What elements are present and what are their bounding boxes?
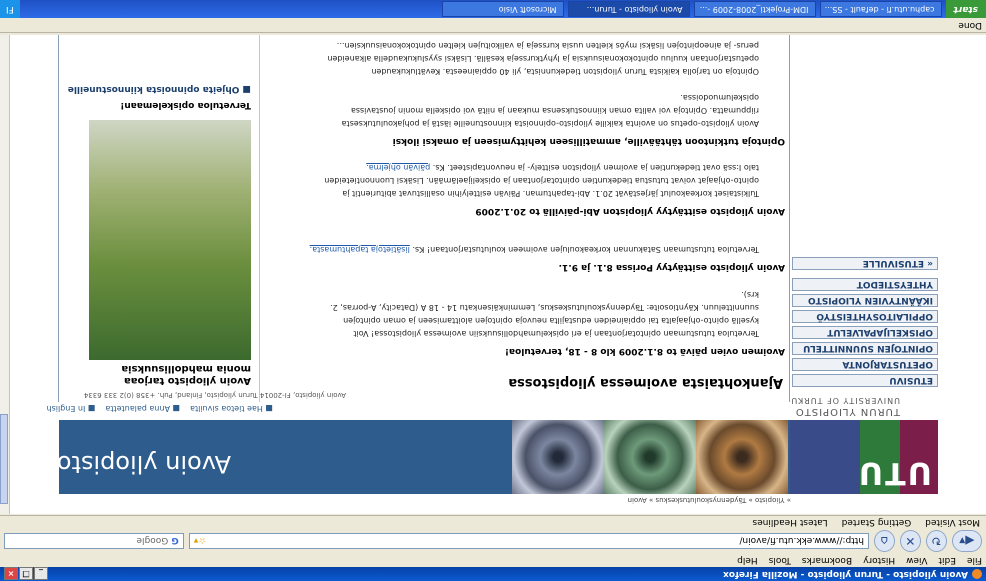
menu-tools[interactable]: Tools: [769, 555, 791, 565]
home-icon: ⌂: [880, 534, 889, 548]
link-search-site[interactable]: Hae tietoa sivuilta: [190, 404, 273, 413]
promo-caption: Tervetuloa opiskelemaan!: [120, 100, 251, 110]
navigation-toolbar: ◀▾ ↻ ✕ ⌂ http://www.ekk.utu.fi/avoin/ ☆▾…: [0, 529, 986, 553]
news-body: Tulkistaiset korkeakoulut järjestävät 20…: [324, 163, 759, 198]
news-title: Avoin yliopisto esittäytyy yliopiston Ab…: [475, 206, 785, 216]
header-photo-staircase: [696, 420, 788, 494]
taskbar-item[interactable]: caphu.utu.fi - default - SS...: [819, 1, 942, 17]
menu-help[interactable]: Help: [737, 555, 758, 565]
logo-university-name-en: UNIVERSITY OF TURKU: [790, 396, 900, 405]
left-navigation: ETUSIVU OPETUSTARJONTA OPINTOJEN SUUNNIT…: [792, 254, 938, 387]
taskbar-item[interactable]: IDM-Projekti_2008-2009 -...: [693, 1, 816, 17]
link-feedback[interactable]: Anna palautetta: [105, 404, 180, 413]
bookmark-most-visited[interactable]: Most Visited: [925, 518, 980, 528]
reload-button[interactable]: ↻: [925, 530, 947, 552]
logo-university-name: TURUN YLIOPISTO: [794, 406, 900, 417]
back-arrow-icon: ◀▾: [959, 534, 975, 548]
home-button[interactable]: ⌂: [874, 530, 895, 552]
search-placeholder: Google: [136, 535, 169, 545]
site-title: Avoin yliopisto: [56, 450, 231, 478]
stop-button[interactable]: ✕: [899, 530, 921, 552]
status-bar: Done: [0, 19, 986, 33]
news-body: Avoin yliopisto-opetus on avointa kaikil…: [327, 41, 759, 128]
search-engine-icon: G: [168, 535, 179, 545]
right-column: Avoin yliopisto tarjoaa monia mahdollisu…: [58, 35, 260, 402]
header-photo-staircase: [604, 420, 696, 494]
url-bar[interactable]: http://www.ekk.utu.fi/avoin/ ☆▾: [188, 533, 869, 549]
screen: Avoin yliopisto - Turun yliopisto - Mozi…: [0, 0, 986, 581]
back-button[interactable]: ◀▾: [951, 530, 982, 552]
page-viewport: » Yliopisto » Täydennyskoulutuskeskus » …: [10, 35, 986, 514]
nav-opintojen-suunnittelu[interactable]: OPINTOJEN SUUNNITTELU: [792, 342, 938, 355]
stop-icon: ✕: [905, 534, 916, 548]
bookmark-star-icon[interactable]: ☆▾: [190, 534, 207, 548]
taskbar-item-active[interactable]: Avoin yliopisto - Turun...: [567, 1, 690, 17]
menu-bookmarks[interactable]: Bookmarks: [802, 555, 852, 565]
search-box[interactable]: G Google: [4, 533, 184, 549]
page-heading: Ajankohtaista avoimessa yliopistossa: [508, 375, 783, 390]
taskbar-item[interactable]: Microsoft Visio: [441, 1, 564, 17]
menu-bar: File Edit View History Bookmarks Tools H…: [0, 553, 986, 567]
close-button[interactable]: ×: [4, 567, 18, 581]
system-tray: FI: [0, 0, 20, 18]
link-in-english[interactable]: In English: [47, 404, 96, 413]
window-titlebar: Avoin yliopisto - Turun yliopisto - Mozi…: [0, 567, 986, 581]
reload-icon: ↻: [931, 534, 942, 548]
news-title: Avoimen ovien päivä to 8.1.2009 klo 8 - …: [504, 346, 785, 356]
breadcrumb: » Yliopisto » Täydennyskoulutuskeskus » …: [627, 496, 791, 504]
logo-wordmark: UTU: [856, 455, 932, 490]
scrollbar-thumb[interactable]: [0, 414, 8, 504]
nav-oppilaitosyhteistyo[interactable]: OPPILAITOSYHTEISTYÖ: [792, 310, 938, 323]
bookmarks-toolbar: Most Visited Getting Started Latest Head…: [0, 515, 986, 529]
utu-logo: UTU TURUN YLIOPISTO UNIVERSITY OF TURKU: [790, 392, 938, 494]
bookmark-latest-headlines[interactable]: Latest Headlines: [752, 518, 827, 528]
minimize-button[interactable]: _: [34, 567, 48, 581]
promo-photo-greenhouse: [89, 120, 251, 360]
news-link[interactable]: päivän ohjelma.: [366, 163, 430, 172]
language-indicator[interactable]: FI: [6, 4, 14, 14]
nav-opetustarjonta[interactable]: OPETUSTARJONTA: [792, 358, 938, 371]
news-title: Avoin yliopisto esittäytyy Porissa 8.1. …: [558, 262, 785, 272]
url-text: http://www.ekk.utu.fi/avoin/: [739, 535, 864, 545]
status-text: Done: [958, 20, 982, 30]
top-links: Hae tietoa sivuilta Anna palautetta In E…: [47, 404, 273, 413]
nav-ikaantyvien-yliopisto[interactable]: IKÄÄNTYVIEN YLIOPISTO: [792, 294, 938, 307]
maximize-button[interactable]: ❐: [19, 567, 33, 581]
nav-back-to-home[interactable]: « ETUSIVULLE: [792, 257, 938, 270]
vertical-scrollbar[interactable]: [0, 35, 10, 514]
news-body: Tervetuloa tutustumaan opintotarjontaan …: [330, 290, 759, 338]
nav-yhteystiedot[interactable]: YHTEYSTIEDOT: [792, 278, 938, 291]
news-link[interactable]: lisätietoja tapahtumasta.: [310, 245, 410, 254]
news-body: Tervetuloa tutustumaan Satakunnan korkea…: [309, 245, 759, 254]
windows-taskbar: start caphu.utu.fi - default - SS... IDM…: [0, 0, 986, 18]
header-photo-staircase: [512, 420, 604, 494]
news-title: Opintoja tutkintoon tähtääville, ammatil…: [392, 136, 785, 146]
menu-view[interactable]: View: [906, 555, 927, 565]
promo-link[interactable]: ■ Ohjeita opinnoista kiinnostuneille: [68, 84, 251, 94]
promo-title: Avoin yliopisto tarjoaa: [124, 375, 251, 386]
nav-opiskelijapalvelut[interactable]: OPISKELIJAPALVELUT: [792, 326, 938, 339]
promo-subtitle: monia mahdollisuuksia: [121, 363, 251, 374]
main-content: Ajankohtaista avoimessa yliopistossa Avo…: [259, 35, 790, 402]
menu-edit[interactable]: Edit: [939, 555, 956, 565]
bookmark-getting-started[interactable]: Getting Started: [842, 518, 912, 528]
menu-file[interactable]: File: [967, 555, 982, 565]
firefox-icon: [972, 569, 982, 579]
menu-history[interactable]: History: [863, 555, 895, 565]
start-button[interactable]: start: [945, 0, 986, 18]
window-title: Avoin yliopisto - Turun yliopisto - Mozi…: [723, 569, 968, 579]
nav-etusivu[interactable]: ETUSIVU: [792, 374, 938, 387]
